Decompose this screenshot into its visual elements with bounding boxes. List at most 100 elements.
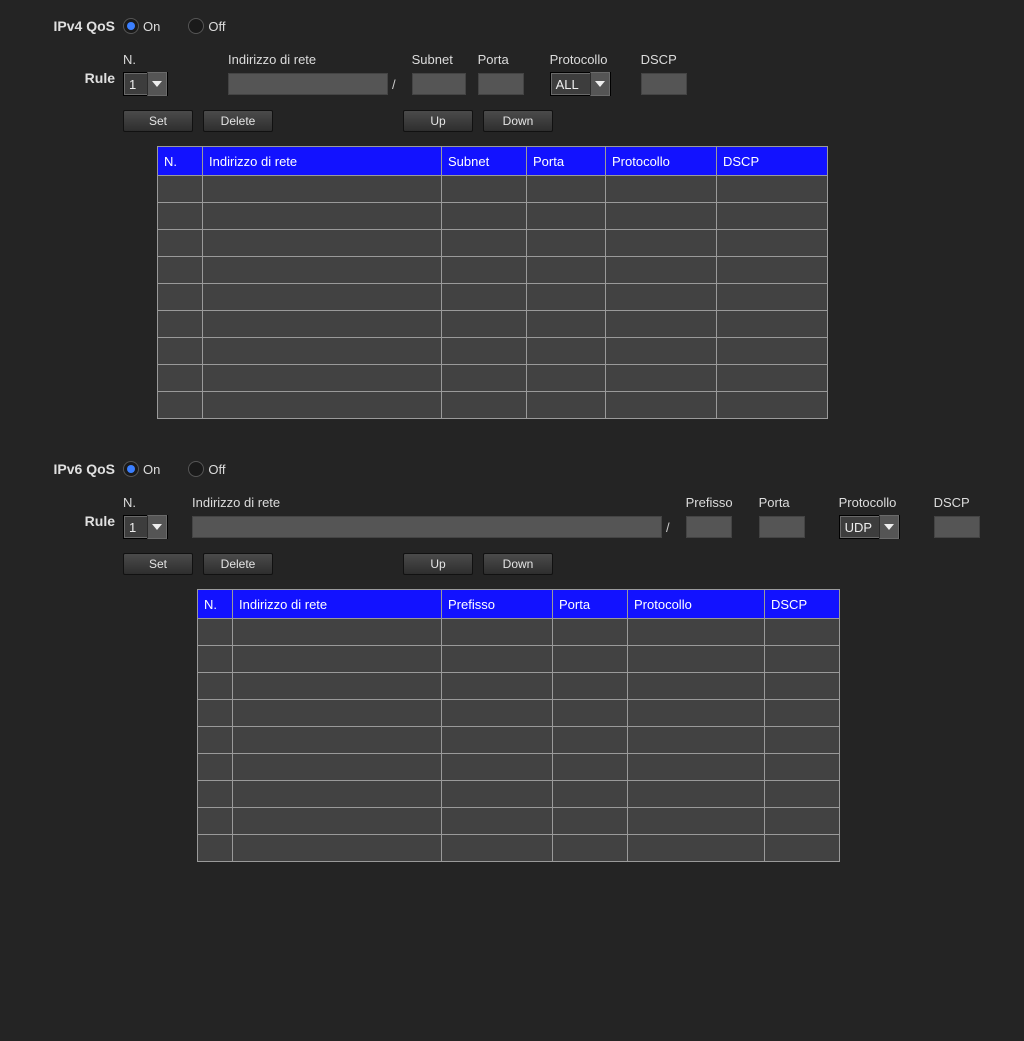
table-cell — [717, 284, 828, 311]
table-cell — [717, 230, 828, 257]
ipv4-set-button[interactable]: Set — [123, 110, 193, 132]
table-cell — [628, 754, 765, 781]
ipv4-port-label: Porta — [478, 52, 509, 70]
table-cell — [203, 338, 442, 365]
ipv4-delete-button[interactable]: Delete — [203, 110, 273, 132]
ipv4-n-label: N. — [123, 52, 136, 70]
table-cell — [765, 700, 840, 727]
table-cell — [717, 176, 828, 203]
ipv6-on-radio[interactable] — [123, 461, 139, 477]
table-cell — [765, 808, 840, 835]
ipv4-subnet-label: Subnet — [412, 52, 453, 70]
ipv6-dscp-input[interactable] — [934, 516, 980, 538]
table-row[interactable] — [198, 673, 840, 700]
table-cell — [158, 338, 203, 365]
ipv6-up-button[interactable]: Up — [403, 553, 473, 575]
table-cell — [203, 365, 442, 392]
table-cell — [717, 365, 828, 392]
table-cell — [606, 203, 717, 230]
ipv4-n-select[interactable]: 1 — [123, 72, 168, 96]
ipv4-off-radio[interactable] — [188, 18, 204, 34]
table-cell — [553, 781, 628, 808]
table-cell — [203, 257, 442, 284]
table-cell — [198, 673, 233, 700]
table-cell — [628, 646, 765, 673]
ipv6-n-label: N. — [123, 495, 136, 513]
table-cell — [158, 392, 203, 419]
table-row[interactable] — [158, 230, 828, 257]
table-cell — [233, 700, 442, 727]
table-cell — [198, 700, 233, 727]
ipv4-addr-input[interactable] — [228, 73, 388, 95]
ipv6-n-select[interactable]: 1 — [123, 515, 168, 539]
table-row[interactable] — [158, 257, 828, 284]
table-row[interactable] — [158, 365, 828, 392]
ipv4-th-n: N. — [158, 147, 203, 176]
table-cell — [198, 835, 233, 862]
table-cell — [527, 230, 606, 257]
table-row[interactable] — [198, 727, 840, 754]
table-row[interactable] — [158, 176, 828, 203]
table-cell — [442, 781, 553, 808]
slash-separator: / — [666, 520, 670, 535]
table-row[interactable] — [198, 646, 840, 673]
ipv6-proto-select[interactable]: UDP — [839, 515, 900, 539]
table-row[interactable] — [158, 392, 828, 419]
table-cell — [606, 284, 717, 311]
table-row[interactable] — [158, 311, 828, 338]
table-cell — [442, 257, 527, 284]
table-cell — [203, 311, 442, 338]
chevron-down-icon — [147, 515, 167, 539]
table-cell — [553, 619, 628, 646]
ipv6-title: IPv6 QoS — [0, 461, 115, 477]
chevron-down-icon — [590, 72, 610, 96]
table-cell — [442, 176, 527, 203]
ipv6-th-prefix: Prefisso — [442, 590, 553, 619]
table-row[interactable] — [198, 835, 840, 862]
table-row[interactable] — [198, 619, 840, 646]
table-cell — [606, 311, 717, 338]
ipv4-dscp-input[interactable] — [641, 73, 687, 95]
ipv4-port-input[interactable] — [478, 73, 524, 95]
table-cell — [158, 257, 203, 284]
table-row[interactable] — [198, 781, 840, 808]
ipv6-rules-table: N. Indirizzo di rete Prefisso Porta Prot… — [197, 589, 840, 862]
table-row[interactable] — [158, 338, 828, 365]
ipv4-on-radio[interactable] — [123, 18, 139, 34]
ipv4-title: IPv4 QoS — [0, 18, 115, 34]
table-row[interactable] — [158, 203, 828, 230]
chevron-down-icon — [147, 72, 167, 96]
table-row[interactable] — [198, 700, 840, 727]
ipv4-off-label: Off — [208, 19, 225, 34]
ipv4-up-button[interactable]: Up — [403, 110, 473, 132]
table-cell — [553, 673, 628, 700]
ipv6-port-input[interactable] — [759, 516, 805, 538]
table-cell — [442, 700, 553, 727]
ipv4-th-subnet: Subnet — [442, 147, 527, 176]
table-cell — [442, 754, 553, 781]
ipv4-qos-section: IPv4 QoS On Off Rule N. 1 — [0, 0, 1024, 443]
table-row[interactable] — [198, 754, 840, 781]
ipv4-proto-select[interactable]: ALL — [550, 72, 611, 96]
table-row[interactable] — [198, 808, 840, 835]
table-cell — [717, 203, 828, 230]
table-row[interactable] — [158, 284, 828, 311]
ipv6-off-radio[interactable] — [188, 461, 204, 477]
ipv6-addr-input[interactable] — [192, 516, 662, 538]
ipv6-set-button[interactable]: Set — [123, 553, 193, 575]
table-cell — [606, 338, 717, 365]
table-cell — [717, 311, 828, 338]
table-cell — [628, 835, 765, 862]
ipv4-down-button[interactable]: Down — [483, 110, 553, 132]
ipv6-down-button[interactable]: Down — [483, 553, 553, 575]
table-cell — [233, 619, 442, 646]
table-cell — [233, 754, 442, 781]
table-cell — [717, 338, 828, 365]
ipv4-subnet-input[interactable] — [412, 73, 466, 95]
table-cell — [628, 673, 765, 700]
ipv6-prefix-input[interactable] — [686, 516, 732, 538]
table-cell — [198, 727, 233, 754]
ipv6-delete-button[interactable]: Delete — [203, 553, 273, 575]
table-cell — [717, 257, 828, 284]
ipv4-th-proto: Protocollo — [606, 147, 717, 176]
